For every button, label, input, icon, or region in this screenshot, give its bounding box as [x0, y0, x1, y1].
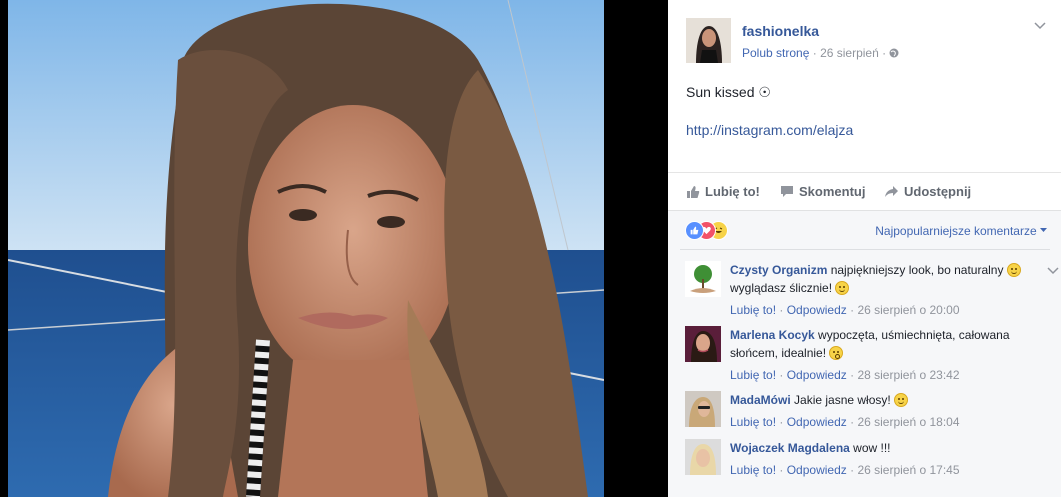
tree-logo-image [685, 261, 721, 297]
smiley-emoji-icon [835, 281, 850, 295]
post-author[interactable]: fashionelka [742, 23, 819, 39]
comment-reply-link[interactable]: Odpowiedz [787, 415, 847, 429]
comment-body: Czysty Organizm najpiękniejszy look, bo … [730, 261, 1035, 319]
comment-meta: Lubię to! · Odpowiedz · 26 sierpień o 20… [730, 303, 960, 317]
comment-text: Jakie jasne włosy! [794, 393, 891, 407]
comment-meta: Lubię to! · Odpowiedz · 26 sierpień o 17… [730, 463, 960, 477]
page-avatar-image [686, 18, 731, 63]
action-bar: Lubię to! Skomentuj Udostępnij [668, 172, 1061, 211]
comment-text: najpiękniejszy look, bo naturalny [830, 263, 1004, 277]
comment-like-link[interactable]: Lubię to! [730, 415, 776, 429]
post-link[interactable]: http://instagram.com/elajza [686, 122, 853, 138]
like-button[interactable]: Lubię to! [686, 184, 760, 199]
post-photo[interactable] [8, 0, 604, 497]
comment-time[interactable]: 28 sierpień o 23:42 [857, 368, 959, 382]
commenter-name[interactable]: Marlena Kocyk [730, 328, 815, 342]
divider [680, 249, 1050, 250]
like-button-label: Lubię to! [705, 184, 760, 199]
comment-like-link[interactable]: Lubię to! [730, 303, 776, 317]
comment-button[interactable]: Skomentuj [780, 184, 865, 199]
comment-like-link[interactable]: Lubię to! [730, 463, 776, 477]
post-text: Sun kissed ☉ [686, 84, 771, 100]
smiley-emoji-icon [1006, 263, 1021, 277]
comment-reply-link[interactable]: Odpowiedz [787, 463, 847, 477]
selfie-image [8, 0, 604, 497]
comment-reply-link[interactable]: Odpowiedz [787, 303, 847, 317]
comment-text: wyglądasz ślicznie! [730, 281, 833, 295]
commenter-name[interactable]: Wojaczek Magdalena [730, 441, 850, 455]
post-panel: fashionelka Polub stronę · 26 sierpień ·… [668, 0, 1061, 497]
like-reaction-icon [685, 221, 704, 240]
commenter-name[interactable]: Czysty Organizm [730, 263, 827, 277]
commenter-avatar[interactable] [685, 326, 721, 362]
chevron-down-icon[interactable] [1034, 22, 1046, 30]
commenter-avatar[interactable] [685, 261, 721, 297]
comment-button-label: Skomentuj [799, 184, 866, 199]
post-header: fashionelka Polub stronę · 26 sierpień · [686, 18, 1046, 64]
comment-meta: Lubię to! · Odpowiedz · 26 sierpień o 18… [730, 415, 960, 429]
post-subline: Polub stronę · 26 sierpień · [742, 46, 899, 60]
chevron-down-icon[interactable] [1047, 267, 1059, 275]
speech-bubble-icon [781, 186, 793, 197]
globe-icon[interactable] [889, 48, 899, 58]
comment-text: wypoczęta, uśmiechnięta, [818, 328, 956, 342]
commenter-photo-image [685, 391, 721, 427]
like-page-link[interactable]: Polub stronę [742, 46, 809, 60]
reactions-summary[interactable] [685, 221, 745, 240]
page-avatar[interactable] [686, 18, 731, 63]
comment-body: Wojaczek Magdalena wow !!! Lubię to! · O… [730, 439, 1035, 479]
comment-like-link[interactable]: Lubię to! [730, 368, 776, 382]
separator-dot: · [882, 46, 887, 60]
wow-emoji-icon [829, 346, 844, 360]
comment-time[interactable]: 26 sierpień o 20:00 [857, 303, 959, 317]
separator-dot: · [812, 46, 817, 60]
comment-text: wow !!! [853, 441, 891, 455]
commenter-name[interactable]: MadaMówi [730, 393, 791, 407]
smiley-emoji-icon [894, 393, 909, 407]
commenter-photo-image [685, 326, 721, 362]
share-button[interactable]: Udostępnij [884, 184, 971, 199]
comment-time[interactable]: 26 sierpień o 17:45 [857, 463, 959, 477]
comment-body: MadaMówi Jakie jasne włosy! Lubię to! · … [730, 391, 1035, 431]
thumbs-up-icon [687, 185, 700, 198]
share-arrow-icon [885, 186, 898, 197]
comment-reply-link[interactable]: Odpowiedz [787, 368, 847, 382]
comment-time[interactable]: 26 sierpień o 18:04 [857, 415, 959, 429]
comment-body: Marlena Kocyk wypoczęta, uśmiechnięta, c… [730, 326, 1035, 384]
commenter-avatar[interactable] [685, 439, 721, 475]
commenter-photo-image [685, 439, 721, 475]
comment-meta: Lubię to! · Odpowiedz · 28 sierpień o 23… [730, 368, 960, 382]
comment-sort-label: Najpopularniejsze komentarze [875, 224, 1037, 238]
comments-section: Najpopularniejsze komentarze Czysty Orga… [668, 210, 1061, 497]
share-button-label: Udostępnij [904, 184, 972, 199]
comment-sort-dropdown[interactable]: Najpopularniejsze komentarze [875, 224, 1047, 238]
commenter-avatar[interactable] [685, 391, 721, 427]
post-date[interactable]: 26 sierpień [820, 46, 879, 60]
caret-down-icon [1040, 228, 1047, 232]
